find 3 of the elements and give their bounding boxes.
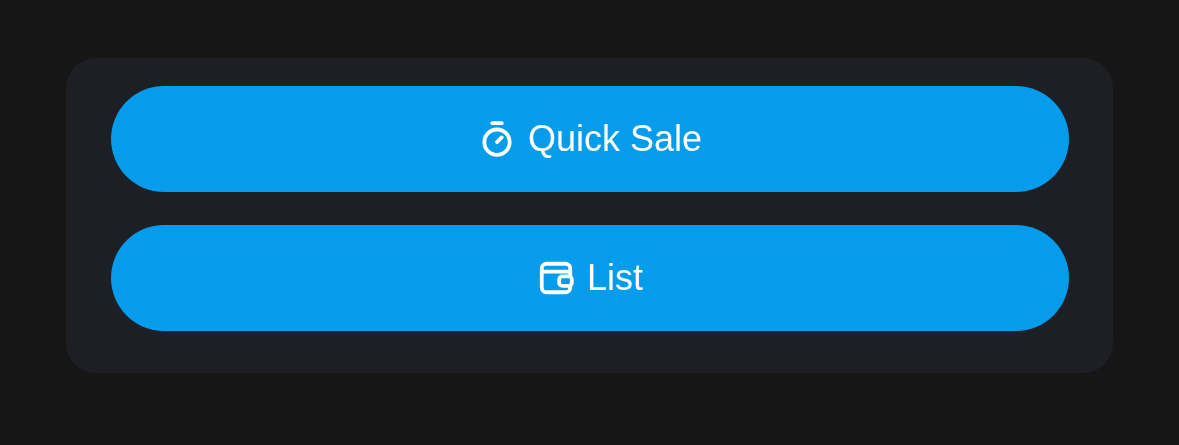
action-button[interactable]: List: [111, 225, 1069, 331]
wallet-icon: [537, 259, 575, 297]
action-button[interactable]: Quick Sale: [111, 86, 1069, 192]
